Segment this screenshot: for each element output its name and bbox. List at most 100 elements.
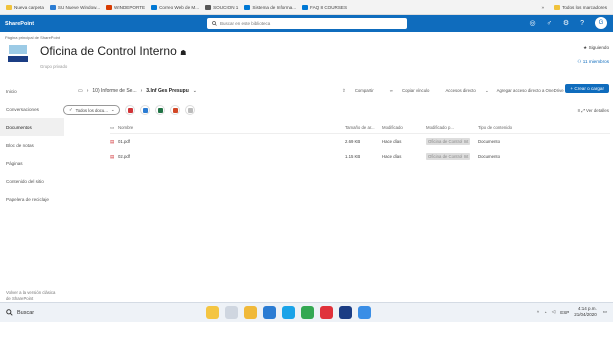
nav-item-paginas[interactable]: Páginas	[0, 154, 64, 172]
chat-icon[interactable]: ◎	[529, 19, 535, 27]
filter-chip-word[interactable]	[140, 105, 151, 115]
search-input[interactable]: Buscar en este biblioteca	[207, 18, 407, 29]
search-icon	[6, 309, 13, 316]
clock[interactable]: 4:14 p.m. 21/04/2020	[574, 306, 597, 318]
notifications-icon[interactable]: ♂	[547, 20, 552, 27]
bookmark-icon	[106, 4, 113, 10]
filter-chip-excel[interactable]	[155, 105, 166, 115]
nav-item-inicio[interactable]: Inicio	[0, 82, 64, 100]
column-size[interactable]: Tamaño de ar...	[345, 125, 382, 130]
page-title: Oficina de Control Interno ☗	[40, 44, 187, 58]
network-icon[interactable]: ◔	[544, 310, 547, 315]
language-indicator[interactable]: ESP	[560, 310, 569, 315]
column-modified-by[interactable]: Modificado p...	[426, 125, 478, 130]
document-table: ▭ Nombre Tamaño de ar... Modificado Modi…	[110, 122, 610, 164]
column-content-type[interactable]: Tipo de contenido	[478, 125, 538, 130]
bookmark-item[interactable]: Correo Web de M...	[151, 4, 199, 10]
group-icon: ☗	[180, 50, 187, 57]
volume-icon[interactable]: ◁	[552, 309, 555, 315]
folder-icon	[6, 4, 12, 10]
nav-item-conversaciones[interactable]: Conversaciones	[0, 100, 64, 118]
follow-button[interactable]: ★ Siguiendo	[583, 45, 609, 51]
share-button[interactable]: ⇪ Compartir	[342, 88, 382, 94]
settings-icon[interactable]: ⚙	[563, 19, 569, 27]
star-icon: ★	[583, 45, 588, 50]
onedrive-shortcut-button[interactable]: Agregar acceso directo a OneDrive	[497, 88, 572, 93]
nav-item-bloc-de-notas[interactable]: Bloc de notas	[0, 136, 64, 154]
folder-icon	[554, 4, 561, 10]
search-icon	[212, 21, 217, 26]
explorer-icon[interactable]	[244, 306, 257, 319]
chevron-up-icon[interactable]: ^	[537, 310, 539, 315]
table-row[interactable]: ▤ 02.pdf 1.15 KB Hace días Oficina de Co…	[110, 149, 610, 164]
classic-link[interactable]: Volver a la versión clásica de SharePoin…	[6, 290, 60, 302]
bookmark-item[interactable]: Sistema de Informa...	[244, 4, 296, 10]
help-icon[interactable]: ?	[580, 20, 584, 27]
modified-by[interactable]: Oficina de Control Int	[426, 138, 471, 145]
crumb-current[interactable]: 3.Inf Ges Presupu	[146, 88, 189, 94]
task-view-icon[interactable]	[225, 306, 238, 319]
copy-link-button[interactable]: ∞ Copiar vínculo	[390, 88, 438, 93]
taskbar-apps	[206, 306, 377, 319]
file-type-header-icon: ▭	[110, 124, 115, 130]
shortcuts-button[interactable]: Accesos directo ⌄	[445, 88, 488, 94]
photos-icon[interactable]	[358, 306, 371, 319]
library-breadcrumb: ▭ › 10) Informe de Se... › 3.Inf Ges Pre…	[78, 87, 197, 94]
new-upload-button[interactable]: + Crear o cargar	[565, 84, 609, 93]
column-name[interactable]: Nombre	[118, 125, 345, 130]
bookmark-icon	[302, 4, 309, 10]
opera-icon[interactable]	[320, 306, 333, 319]
pdf-icon: ▤	[110, 153, 115, 159]
avatar[interactable]: G	[595, 17, 607, 29]
bookmark-icon	[49, 4, 56, 10]
breadcrumb[interactable]: Página principal de SharePoint	[5, 35, 60, 40]
all-bookmarks[interactable]: Todos los marcadores	[562, 5, 607, 10]
file-name[interactable]: 01.pdf	[118, 139, 345, 144]
taskbar: Buscar ^ ◔ ◁ ESP 4:14 p.m. 21/04/2020 ▭	[0, 302, 613, 322]
widgets-icon[interactable]	[206, 306, 219, 319]
nav-item-documentos[interactable]: Documentos	[0, 118, 64, 136]
group-label: Grupo privado	[40, 64, 68, 69]
app-icon[interactable]	[339, 306, 352, 319]
command-bar: ▭ › 10) Informe de Se... › 3.Inf Ges Pre…	[78, 84, 613, 97]
link-icon: ∞	[389, 88, 393, 93]
folder-icon: ▭	[78, 87, 83, 94]
nav-item-papelera[interactable]: Papelera de reciclaje	[0, 190, 64, 208]
nav-item-contenido[interactable]: Contenido del sitio	[0, 172, 64, 190]
bookmark-item[interactable]: Nueva carpeta	[6, 4, 44, 10]
store-icon[interactable]	[263, 306, 276, 319]
bookmark-icon	[205, 4, 212, 10]
bookmark-item[interactable]: WINDEPORTE	[106, 4, 145, 10]
crumb-folder[interactable]: 10) Informe de Se...	[92, 88, 136, 94]
table-row[interactable]: ▤ 01.pdf 2.69 KB Hace días Oficina de Co…	[110, 134, 610, 149]
table-header: ▭ Nombre Tamaño de ar... Modificado Modi…	[110, 122, 610, 134]
bookmark-item[interactable]: SU Nueve Window...	[49, 4, 100, 10]
filter-bar: ✓ Todos los docu... ⌄ ≡ ⤢ Ver detalles	[63, 104, 613, 116]
site-header: Página principal de SharePoint Oficina d…	[0, 32, 613, 82]
person-icon: ⚇	[577, 59, 582, 64]
share-icon: ⇪	[342, 87, 346, 93]
filter-chip-pdf[interactable]	[125, 105, 136, 115]
taskbar-search[interactable]: Buscar	[6, 306, 86, 320]
check-icon: ✓	[69, 107, 73, 112]
column-modified[interactable]: Modificado	[382, 125, 426, 130]
bookmark-item[interactable]: FAQ 8 COURSES	[302, 4, 347, 10]
filter-chip-powerpoint[interactable]	[170, 105, 181, 115]
chrome-icon[interactable]	[301, 306, 314, 319]
edge-icon[interactable]	[282, 306, 295, 319]
bookmark-item[interactable]: SOUCION 1	[205, 4, 238, 10]
bookmark-icon	[244, 4, 251, 10]
filter-chip-more[interactable]	[185, 105, 196, 115]
app-brand[interactable]: SharePoint	[5, 21, 34, 27]
notification-icon[interactable]: ▭	[603, 309, 607, 315]
view-filter-dropdown[interactable]: ✓ Todos los docu... ⌄	[63, 105, 121, 115]
modified-by[interactable]: Oficina de Control Int	[426, 153, 471, 160]
view-options[interactable]: ≡ ⤢ Ver detalles	[578, 108, 609, 113]
suite-bar: SharePoint Buscar en este biblioteca ◎ ♂…	[0, 15, 613, 32]
chevron-down-icon[interactable]: ⌄	[193, 88, 197, 94]
members-link[interactable]: ⚇ 11 miembros	[577, 59, 609, 65]
chevron-icon[interactable]: »	[542, 5, 545, 10]
bookmarks-bar: Nueva carpeta SU Nueve Window... WINDEPO…	[0, 0, 613, 15]
pdf-icon: ▤	[110, 138, 115, 144]
file-name[interactable]: 02.pdf	[118, 154, 345, 159]
